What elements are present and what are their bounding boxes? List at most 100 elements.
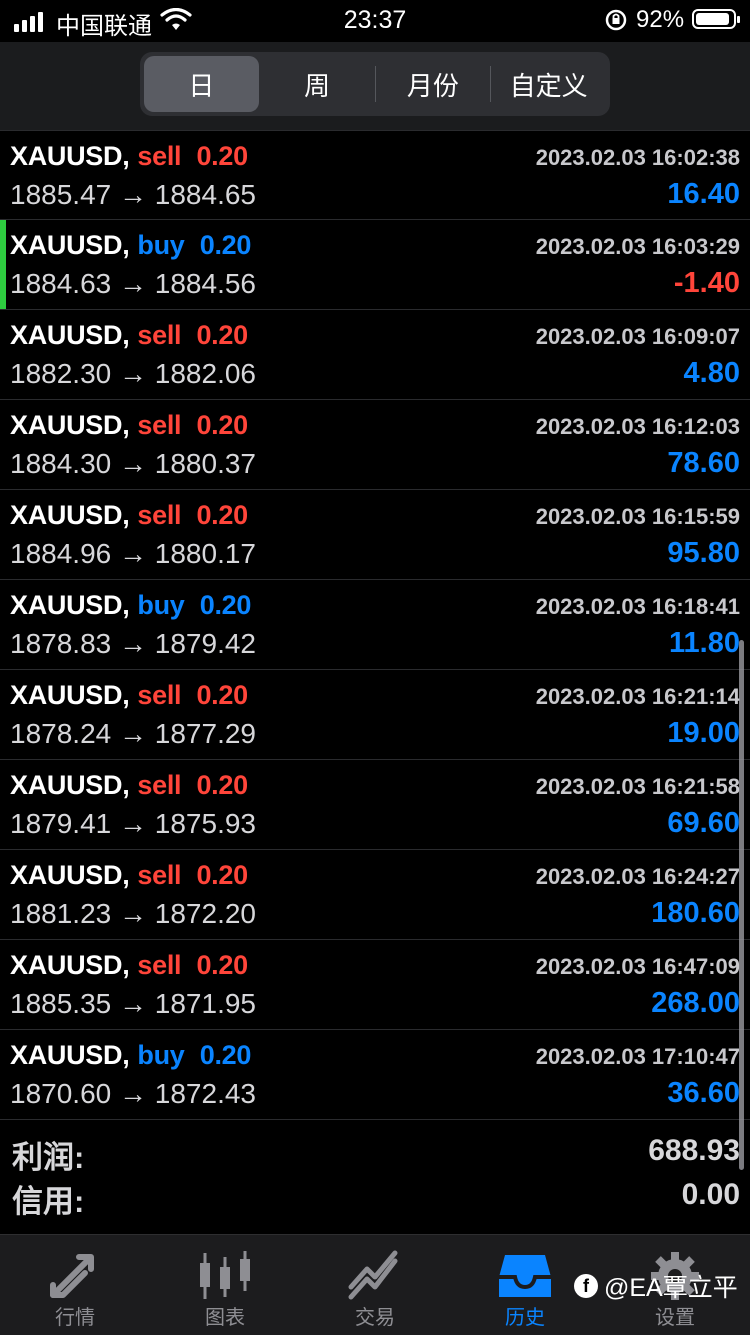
- open-price: 1885.35: [10, 988, 112, 1019]
- deal-row[interactable]: XAUUSD, buy 0.20 2023.02.03 16:03:29 1884.6…: [0, 220, 750, 310]
- deal-side: sell: [137, 410, 182, 440]
- battery-level: [696, 13, 730, 25]
- deal-time: 2023.02.03 16:09:07: [535, 324, 740, 349]
- open-price: 1882.30: [10, 358, 112, 389]
- tab-trade-label: 交易: [355, 1307, 395, 1329]
- close-price: 1872.43: [154, 1078, 256, 1109]
- deal-profit: 19.00: [667, 717, 740, 749]
- close-price: 1882.06: [154, 358, 256, 389]
- arrow-right-icon: →: [111, 358, 155, 389]
- deal-side: sell: [137, 500, 182, 530]
- tab-quotes[interactable]: 行情: [0, 1235, 150, 1335]
- deal-time: 2023.02.03 16:02:38: [535, 145, 740, 170]
- watermark-text: @EA覃立平: [604, 1274, 738, 1302]
- open-price: 1879.41: [10, 808, 112, 839]
- deal-row[interactable]: XAUUSD, sell 0.20 2023.02.03 16:09:07 1882.…: [0, 310, 750, 400]
- deal-volume: 0.20: [196, 141, 248, 171]
- open-price: 1878.24: [10, 718, 112, 749]
- deal-profit: -1.40: [673, 267, 740, 299]
- open-price: 1870.60: [10, 1078, 112, 1109]
- deal-side: buy: [137, 1040, 185, 1070]
- profit-label: 利润:: [12, 1140, 85, 1175]
- deal-volume: 0.20: [199, 590, 252, 620]
- deal-row[interactable]: XAUUSD, sell 0.20 2023.02.03 16:47:09 1885.…: [0, 940, 750, 1030]
- open-price: 1884.96: [10, 538, 112, 569]
- close-price: 1879.42: [154, 628, 256, 659]
- arrow-right-icon: →: [111, 988, 155, 1019]
- selected-row-accent: [0, 220, 6, 309]
- deal-side: sell: [137, 860, 182, 890]
- scrollbar[interactable]: [739, 640, 744, 1170]
- arrow-right-icon: →: [111, 448, 155, 479]
- period-tab-week[interactable]: 周: [260, 56, 375, 112]
- deal-side: buy: [137, 590, 185, 620]
- deal-side: sell: [137, 950, 182, 980]
- deal-prices: 1879.41 → 1875.93: [10, 808, 256, 840]
- deal-row[interactable]: XAUUSD, sell 0.20 2023.02.03 16:02:38 1885.…: [0, 130, 750, 220]
- close-price: 1875.93: [154, 808, 256, 839]
- deal-time: 2023.02.03 16:24:27: [535, 864, 740, 889]
- period-tab-month[interactable]: 月份: [376, 56, 491, 112]
- tab-quotes-label: 行情: [55, 1307, 95, 1329]
- deal-row[interactable]: XAUUSD, sell 0.20 2023.02.03 16:21:58 1879.…: [0, 760, 750, 850]
- deal-prices: 1884.30 → 1880.37: [10, 448, 256, 480]
- deal-title: XAUUSD, buy 0.20: [10, 230, 251, 261]
- deal-volume: 0.20: [196, 860, 248, 890]
- arrow-right-icon: →: [111, 718, 155, 749]
- deal-time: 2023.02.03 16:18:41: [535, 594, 740, 619]
- deal-row[interactable]: XAUUSD, sell 0.20 2023.02.03 16:15:59 1884.…: [0, 490, 750, 580]
- close-price: 1884.56: [154, 268, 256, 299]
- open-price: 1881.23: [10, 898, 112, 929]
- deal-side: sell: [137, 770, 182, 800]
- deal-time: 2023.02.03 16:12:03: [535, 414, 740, 439]
- deal-title: XAUUSD, sell 0.20: [10, 770, 248, 801]
- deal-symbol: XAUUSD,: [10, 141, 130, 171]
- deal-profit: 180.60: [651, 897, 740, 929]
- period-tab-custom[interactable]: 自定义: [491, 56, 606, 112]
- deal-row[interactable]: XAUUSD, buy 0.20 2023.02.03 17:10:47 1870.6…: [0, 1030, 750, 1120]
- deal-profit: 268.00: [651, 987, 740, 1019]
- deal-time: 2023.02.03 16:03:29: [535, 234, 740, 259]
- deal-side: buy: [137, 230, 185, 260]
- deal-prices: 1885.35 → 1871.95: [10, 988, 256, 1020]
- deal-title: XAUUSD, buy 0.20: [10, 590, 251, 621]
- deal-row[interactable]: XAUUSD, sell 0.20 2023.02.03 16:21:14 1878.…: [0, 670, 750, 760]
- deal-time: 2023.02.03 16:47:09: [535, 954, 740, 979]
- deal-title: XAUUSD, sell 0.20: [10, 500, 248, 531]
- deal-profit: 16.40: [667, 178, 740, 210]
- open-price: 1884.63: [10, 268, 112, 299]
- deal-side: sell: [137, 680, 182, 710]
- deal-title: XAUUSD, sell 0.20: [10, 320, 248, 351]
- period-tab-day[interactable]: 日: [144, 56, 259, 112]
- deal-prices: 1882.30 → 1882.06: [10, 358, 256, 390]
- deal-profit: 78.60: [667, 447, 740, 479]
- deal-side: sell: [137, 141, 182, 171]
- candlestick-chart-icon: [200, 1251, 250, 1299]
- header: 日 周 月份 自定义: [0, 42, 750, 130]
- credit-label: 信用:: [12, 1184, 85, 1219]
- deal-volume: 0.20: [199, 230, 252, 260]
- deal-prices: 1878.83 → 1879.42: [10, 628, 256, 660]
- deal-title: XAUUSD, sell 0.20: [10, 860, 248, 891]
- deal-volume: 0.20: [199, 1040, 252, 1070]
- deal-symbol: XAUUSD,: [10, 950, 130, 980]
- deal-volume: 0.20: [196, 500, 248, 530]
- quotes-arrows-icon: [50, 1254, 94, 1298]
- tab-trade[interactable]: 交易: [300, 1235, 450, 1335]
- deal-row[interactable]: XAUUSD, buy 0.20 2023.02.03 16:18:41 1878.8…: [0, 580, 750, 670]
- close-price: 1877.29: [154, 718, 256, 749]
- open-price: 1878.83: [10, 628, 112, 659]
- deal-time: 2023.02.03 16:21:58: [535, 774, 740, 799]
- deal-row[interactable]: XAUUSD, sell 0.20 2023.02.03 16:24:27 1881.…: [0, 850, 750, 940]
- close-price: 1872.20: [154, 898, 256, 929]
- summary-panel: 利润: 688.93 信用: 0.00: [0, 1128, 750, 1219]
- credit-value: 0.00: [681, 1178, 740, 1211]
- deal-history-list[interactable]: XAUUSD, sell 0.20 2023.02.03 16:02:38 1885.…: [0, 130, 750, 1120]
- deal-symbol: XAUUSD,: [10, 590, 130, 620]
- deal-row[interactable]: XAUUSD, sell 0.20 2023.02.03 16:12:03 1884.…: [0, 400, 750, 490]
- deal-symbol: XAUUSD,: [10, 500, 130, 530]
- tab-chart-label: 图表: [205, 1307, 245, 1329]
- deal-volume: 0.20: [196, 770, 248, 800]
- tab-chart[interactable]: 图表: [150, 1235, 300, 1335]
- tab-settings-label: 设置: [655, 1307, 695, 1329]
